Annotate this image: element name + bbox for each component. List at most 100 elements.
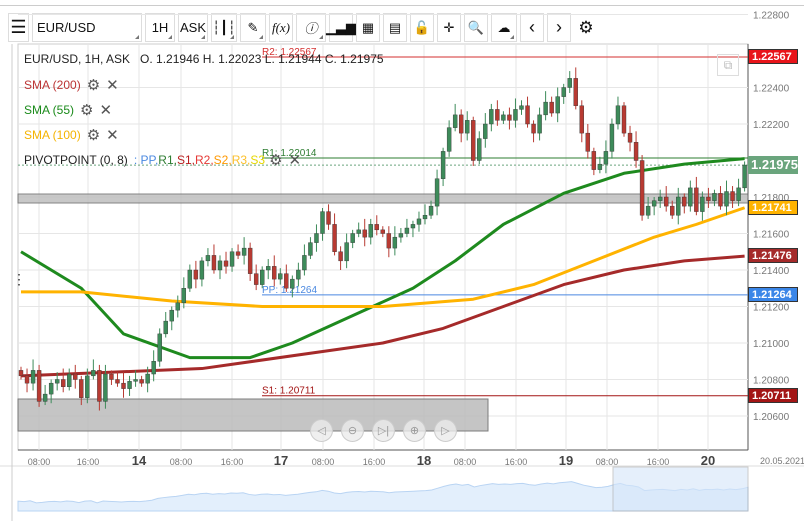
candle-body	[392, 236, 398, 249]
plot-area	[17, 43, 749, 451]
candle-body	[235, 251, 241, 256]
candle-body	[175, 302, 180, 311]
candle-body	[169, 309, 174, 322]
candle-body	[163, 320, 168, 335]
candle-body	[133, 379, 138, 382]
candle-body	[115, 379, 120, 384]
candle-body	[694, 187, 699, 212]
candle-body	[615, 105, 621, 125]
close-icon[interactable]: ✕	[289, 151, 302, 169]
candle-body	[320, 211, 325, 234]
candle-body	[18, 370, 24, 377]
navigator-window[interactable]	[612, 466, 749, 512]
candle-body	[97, 370, 102, 402]
candle-body	[416, 218, 422, 225]
candle-body	[350, 233, 355, 243]
candle-body	[446, 127, 452, 152]
close-icon[interactable]: ✕	[99, 101, 112, 119]
price-tag: 1.21476	[748, 248, 798, 264]
gear-icon[interactable]: ⚙	[269, 151, 282, 169]
candle-body	[718, 193, 723, 207]
candle-body	[36, 370, 42, 402]
candle-body	[241, 247, 247, 256]
candle-body	[121, 382, 126, 389]
candle-body	[664, 196, 669, 207]
price-tag: 1.21975	[748, 156, 798, 175]
close-icon[interactable]: ✕	[106, 126, 119, 144]
candle-body	[706, 196, 711, 201]
candle-body	[736, 187, 741, 201]
candle-body	[495, 109, 500, 121]
gear-icon[interactable]: ⚙	[87, 76, 100, 94]
candle-body	[483, 123, 488, 139]
sma100-label: SMA (100)	[24, 128, 81, 142]
candle-body	[302, 255, 307, 271]
candle-body	[73, 373, 78, 380]
candle-body	[127, 381, 132, 389]
zone-rectangle[interactable]	[17, 193, 749, 204]
candle-body	[597, 163, 603, 170]
scroll-right-button[interactable]: ▷	[434, 419, 457, 442]
gear-icon[interactable]: ⚙	[80, 101, 93, 119]
candle-body	[501, 114, 506, 121]
candle-body	[676, 196, 681, 216]
candle-body	[489, 109, 494, 125]
candle-body	[356, 229, 361, 234]
pivot-r3: R3,	[231, 153, 251, 167]
candle-body	[682, 196, 687, 207]
candle-body	[332, 224, 337, 252]
candle-body	[700, 196, 705, 212]
scroll-left-button[interactable]: ◁	[310, 419, 333, 442]
y-tick-label: 1.21200	[753, 303, 790, 314]
legend-sma55: SMA (55) ⚙ ✕	[24, 101, 112, 119]
candle-body	[513, 109, 518, 121]
candle-body	[54, 379, 60, 384]
legend-sma200: SMA (200) ⚙ ✕	[24, 76, 119, 94]
candle-body	[585, 132, 591, 152]
candle-body	[627, 132, 633, 143]
candle-body	[362, 229, 367, 238]
pivot-r1: R1,	[158, 153, 177, 167]
candle-body	[579, 105, 584, 134]
candle-body	[603, 151, 609, 165]
candle-body	[211, 255, 217, 271]
candle-body	[368, 224, 373, 238]
zoom-out-button[interactable]: ⊖	[341, 419, 364, 442]
candle-body	[266, 266, 271, 271]
zoom-in-button[interactable]: ⊕	[403, 419, 426, 442]
y-tick-label: 1.21000	[753, 339, 790, 350]
candle-body	[477, 138, 482, 161]
candle-body	[507, 114, 512, 121]
candle-body	[537, 114, 542, 134]
candle-body	[253, 273, 259, 285]
sma200-label: SMA (200)	[24, 78, 81, 92]
candle-body	[157, 333, 162, 362]
gear-icon[interactable]: ⚙	[87, 126, 100, 144]
candle-body	[91, 370, 96, 377]
candle-body	[549, 101, 554, 114]
candle-body	[609, 123, 615, 152]
candle-body	[458, 114, 464, 134]
price-tag: 1.21264	[748, 286, 798, 302]
candle-body	[422, 215, 428, 220]
candle-body	[428, 205, 434, 216]
drag-handle-icon[interactable]: ⋮	[12, 271, 26, 287]
candle-body	[42, 393, 48, 402]
go-to-end-button[interactable]: ▷|	[372, 419, 395, 442]
candle-body	[272, 266, 277, 280]
candle-body	[67, 373, 72, 387]
candle-body	[247, 247, 253, 274]
candle-body	[284, 273, 289, 289]
popout-icon[interactable]: ⧉	[717, 54, 739, 76]
y-tick-label: 1.20800	[753, 376, 790, 387]
candle-body	[434, 178, 440, 207]
close-icon[interactable]: ✕	[106, 76, 119, 94]
price-tag: 1.20711	[748, 387, 798, 403]
candle-body	[278, 273, 283, 280]
candle-body	[229, 251, 235, 267]
candle-body	[712, 193, 717, 201]
candle-body	[591, 151, 597, 170]
price-chart[interactable]: 1.228001.224001.222001.218001.216001.214…	[0, 0, 804, 521]
pivot-label: S1: 1.20711	[262, 386, 316, 397]
candle-body	[525, 105, 530, 125]
